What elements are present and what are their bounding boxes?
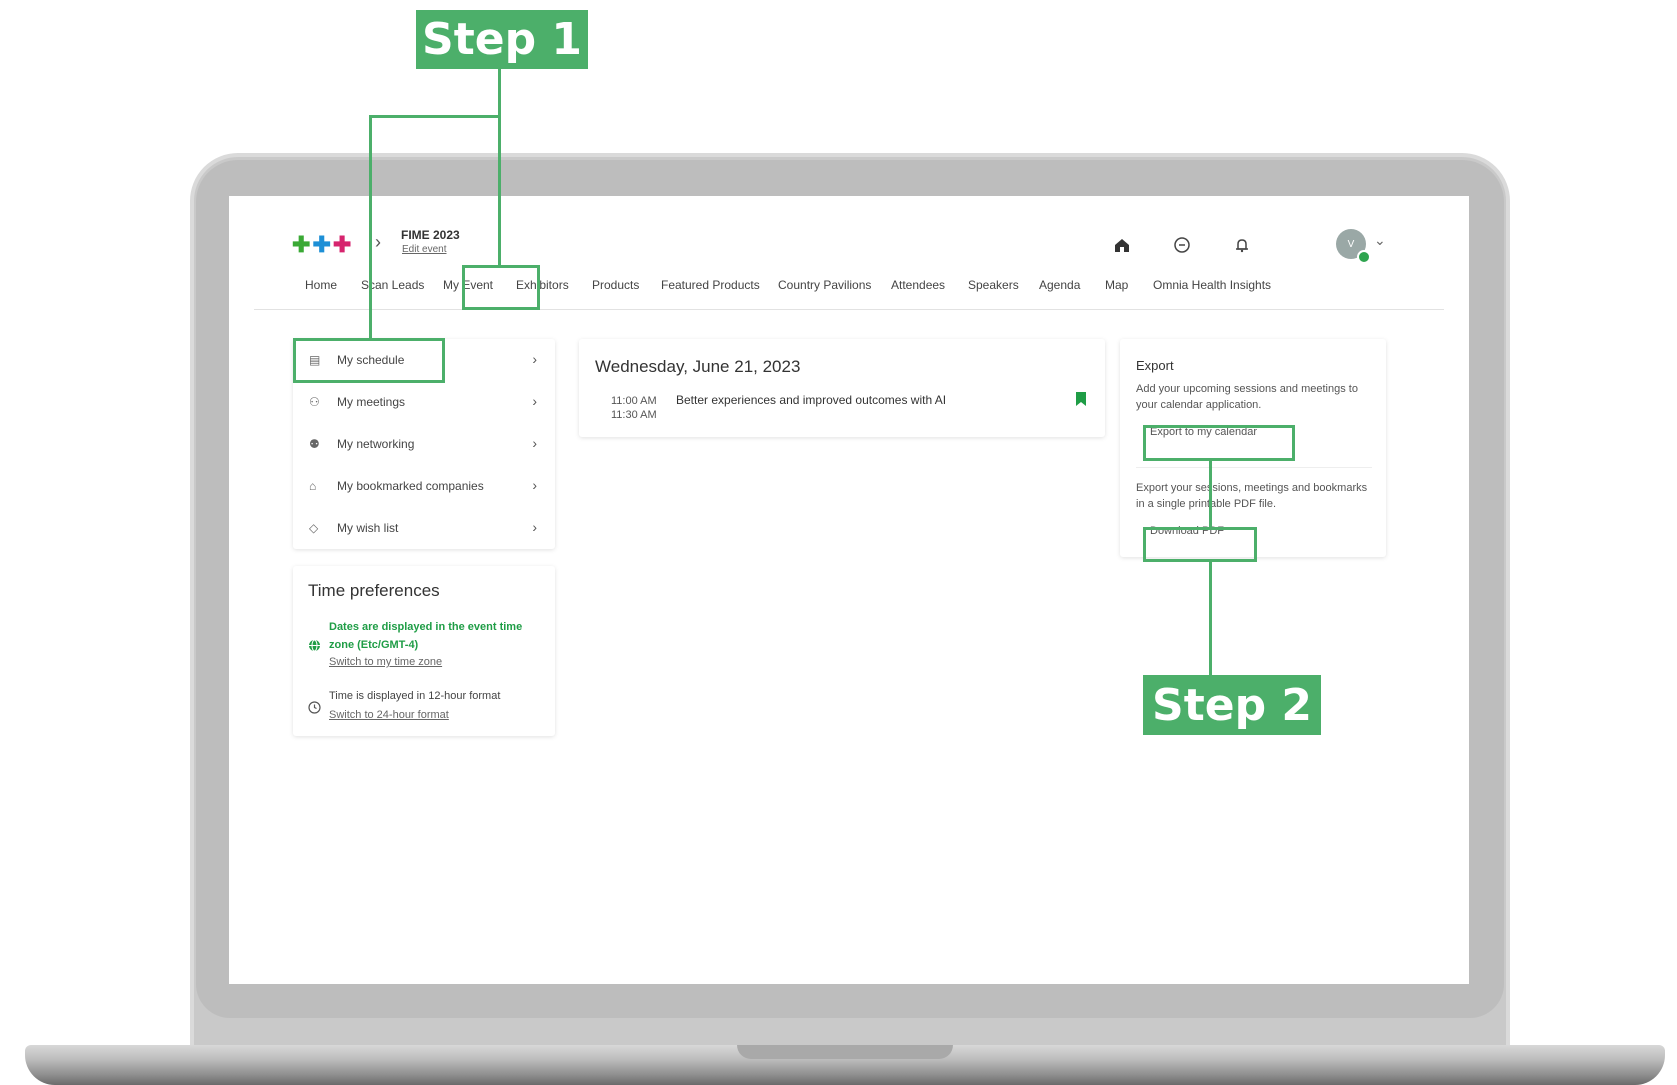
globe-icon — [308, 639, 321, 657]
highlight-download-pdf — [1143, 527, 1257, 562]
bookmark-icon[interactable] — [1075, 391, 1087, 407]
nav-speakers[interactable]: Speakers — [968, 278, 1019, 292]
highlight-export-calendar — [1143, 425, 1295, 461]
sidebar-item-my-networking[interactable]: ⚉ My networking › — [293, 425, 555, 465]
session-time: 11:00 AM 11:30 AM — [611, 394, 657, 422]
edit-event-link[interactable]: Edit event — [402, 244, 446, 255]
sidebar-item-my-meetings[interactable]: ⚇ My meetings › — [293, 383, 555, 423]
step-2-text: Step 2 — [1152, 679, 1312, 731]
annotation-line — [369, 115, 372, 339]
session-title[interactable]: Better experiences and improved outcomes… — [676, 393, 946, 407]
screen: ✚ ✚ ✚ › FIME 2023 Edit event V ⌄ Home Sc… — [229, 196, 1469, 984]
chat-icon[interactable] — [1169, 232, 1195, 258]
schedule-card — [579, 339, 1105, 437]
step-2-label: Step 2 — [1143, 675, 1321, 735]
nav-divider — [254, 309, 1444, 310]
nav-country-pavilions[interactable]: Country Pavilions — [778, 278, 871, 292]
nav-featured-products[interactable]: Featured Products — [661, 278, 760, 292]
chevron-right-icon: › — [532, 393, 537, 409]
nav-attendees[interactable]: Attendees — [891, 278, 945, 292]
nav-products[interactable]: Products — [592, 278, 639, 292]
annotation-line — [498, 69, 501, 265]
export-calendar-description: Add your upcoming sessions and meetings … — [1136, 383, 1358, 411]
online-status-dot — [1357, 250, 1371, 264]
tag-icon: ◇ — [309, 521, 319, 535]
chevron-right-icon: › — [532, 519, 537, 535]
sidebar-item-label: My bookmarked companies — [337, 479, 484, 493]
annotation-line — [1209, 562, 1212, 675]
building-icon: ⌂ — [309, 479, 317, 493]
time-preferences-title: Time preferences — [308, 581, 440, 600]
step-1-label: Step 1 — [416, 10, 588, 69]
switch-time-format-link[interactable]: Switch to 24-hour format — [329, 709, 449, 721]
chevron-right-icon: › — [532, 351, 537, 367]
export-title: Export — [1136, 358, 1174, 373]
bell-icon[interactable] — [1229, 232, 1255, 258]
nav-omnia-health-insights[interactable]: Omnia Health Insights — [1153, 278, 1271, 292]
timezone-notice: Dates are displayed in the event time zo… — [329, 621, 523, 651]
export-pdf-description: Export your sessions, meetings and bookm… — [1136, 482, 1368, 510]
nav-home[interactable]: Home — [305, 278, 337, 292]
logo-cross-icon: ✚ — [312, 232, 331, 257]
clock-icon — [308, 701, 321, 719]
event-name: FIME 2023 — [401, 228, 460, 242]
schedule-date: Wednesday, June 21, 2023 — [595, 357, 801, 376]
event-logo[interactable]: ✚ ✚ ✚ — [292, 234, 351, 256]
sidebar-item-my-bookmarked-companies[interactable]: ⌂ My bookmarked companies › — [293, 467, 555, 507]
session-start-time: 11:00 AM — [611, 395, 657, 407]
chevron-right-icon: › — [375, 232, 381, 252]
nav-agenda[interactable]: Agenda — [1039, 278, 1080, 292]
avatar-initials: V — [1347, 238, 1355, 250]
highlight-my-event-nav — [462, 265, 540, 310]
chevron-down-icon[interactable]: ⌄ — [1374, 232, 1386, 249]
sidebar-item-label: My meetings — [337, 395, 406, 409]
logo-cross-icon: ✚ — [332, 232, 352, 257]
highlight-my-schedule — [293, 338, 445, 383]
export-divider — [1136, 467, 1372, 468]
home-icon[interactable] — [1109, 232, 1135, 258]
sidebar-item-my-wish-list[interactable]: ◇ My wish list › — [293, 509, 555, 549]
time-format-notice: Time is displayed in 12-hour format — [329, 690, 501, 702]
chevron-right-icon: › — [532, 435, 537, 451]
step-1-text: Step 1 — [422, 14, 582, 65]
networking-icon: ⚉ — [309, 437, 320, 451]
laptop-notch — [737, 1045, 953, 1059]
meetings-icon: ⚇ — [309, 395, 320, 409]
annotation-line — [369, 115, 501, 118]
switch-timezone-link[interactable]: Switch to my time zone — [329, 656, 442, 668]
nav-map[interactable]: Map — [1105, 278, 1128, 292]
logo-cross-icon: ✚ — [292, 232, 311, 257]
sidebar-item-label: My wish list — [337, 521, 399, 535]
session-end-time: 11:30 AM — [611, 409, 657, 421]
main-nav: Home Scan Leads My Event Exhibitors Prod… — [229, 278, 1469, 306]
sidebar-item-label: My networking — [337, 437, 415, 451]
chevron-right-icon: › — [532, 477, 537, 493]
annotation-line — [1209, 461, 1212, 527]
